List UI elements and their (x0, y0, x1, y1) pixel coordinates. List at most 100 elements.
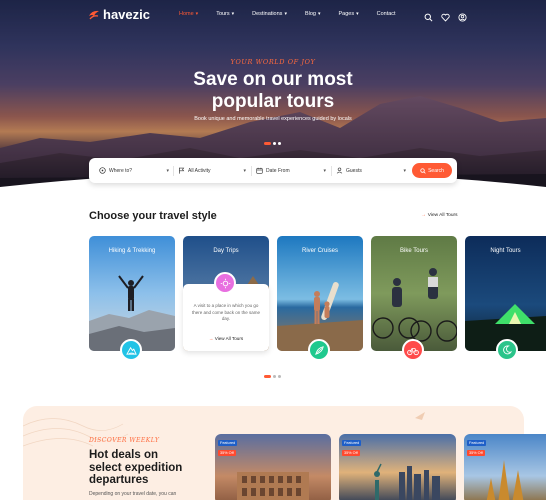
hero-subtitle: YOUR WORLD OF JOY (230, 58, 316, 66)
card-hover-panel: A visit to a place in which you go there… (183, 284, 269, 351)
chevron-down-icon: ▾ (323, 168, 326, 174)
bike-icon (402, 339, 424, 361)
menu-label: Contact (376, 11, 396, 17)
search-button[interactable]: Search (412, 163, 452, 178)
featured-badge: Featured (218, 440, 238, 446)
chevron-down-icon: ▾ (243, 168, 246, 174)
user-icon[interactable] (458, 9, 467, 22)
menu-label: Destinations (252, 11, 283, 17)
deals-title-line: departures (89, 474, 149, 486)
carousel-dot-active[interactable] (264, 375, 271, 378)
tour-search-bar: Where to? ▾ All Activity ▾ Date From ▾ G… (89, 158, 457, 183)
guests-label: Guests (346, 167, 362, 174)
brand-name: havezic (103, 7, 150, 22)
where-field[interactable]: Where to? ▾ (99, 158, 169, 183)
date-field[interactable]: Date From ▾ (256, 158, 326, 183)
view-all-tours-link[interactable]: → View All Tours (421, 213, 457, 218)
discount-badge: 35% Off (467, 450, 485, 456)
chevron-down-icon: ▾ (356, 11, 359, 17)
menu-item-contact[interactable]: Contact (377, 11, 396, 17)
menu-label: Tours (216, 11, 230, 17)
guests-icon (336, 167, 343, 174)
card-description: A visit to a place in which you go there… (191, 303, 261, 321)
brand-logo[interactable]: havezic (88, 7, 150, 22)
travel-style-card-river-cruises[interactable]: River Cruises (277, 236, 363, 351)
card-title: Night Tours (490, 248, 521, 254)
sun-icon (214, 272, 236, 294)
menu-item-destinations[interactable]: Destinations ▾ (252, 11, 287, 17)
arrow-right-icon: → (421, 213, 426, 218)
search-button-label: Search (428, 167, 444, 174)
chevron-down-icon: ▾ (317, 11, 321, 17)
activity-field[interactable]: All Activity ▾ (178, 158, 246, 183)
deal-card[interactable]: Featured 35% Off (464, 434, 546, 500)
hero-description: Book unique and memorable travel experie… (194, 116, 352, 122)
menu-item-home[interactable]: Home ▾ (179, 11, 198, 17)
field-divider (251, 166, 252, 176)
menu-item-pages[interactable]: Pages ▾ (338, 11, 358, 17)
section-title: Choose your travel style (89, 210, 217, 222)
chevron-down-icon: ▾ (231, 11, 235, 17)
chevron-down-icon: ▾ (166, 168, 169, 174)
menu-label: Blog (304, 11, 316, 17)
featured-badge: Featured (342, 440, 362, 446)
flag-icon (178, 167, 185, 174)
card-link-label: View All Tours (214, 336, 244, 341)
card-title: Day Trips (213, 248, 239, 254)
card-title: Hiking & Trekking (108, 248, 156, 254)
deals-title: Hot deals on select expedition departure… (89, 449, 182, 487)
header-actions (424, 9, 467, 22)
featured-badge: Featured (467, 440, 487, 446)
slider-dot[interactable] (273, 142, 276, 145)
carousel-dots (264, 375, 281, 378)
deals-title-line: Hot deals on (89, 449, 159, 461)
travel-style-card-bike-tours[interactable]: Bike Tours (371, 236, 457, 351)
menu-label: Pages (338, 11, 355, 17)
discount-badge: 35% Off (342, 450, 360, 456)
deals-description: Depending on your travel date, you can (89, 491, 177, 497)
carousel-dot[interactable] (278, 375, 281, 378)
logo-mark-icon (88, 9, 100, 21)
hero-title-line: popular tours (211, 91, 335, 112)
arrow-right-icon: → (208, 336, 214, 341)
hero-slider-dots (264, 142, 281, 145)
field-divider (173, 166, 174, 176)
location-icon (99, 167, 106, 174)
hero-title-line: Save on our most (193, 69, 353, 90)
travel-style-card-night-tours[interactable]: Night Tours (465, 236, 546, 351)
top-navigation: havezic Home ▾ Tours ▾ Destinations ▾ Blog ▾… (0, 6, 546, 24)
travel-style-card-hiking[interactable]: Hiking & Trekking (89, 236, 175, 351)
card-title: River Cruises (301, 248, 338, 254)
chevron-down-icon: ▾ (284, 11, 287, 17)
deal-card[interactable]: Featured 35% Off (215, 434, 331, 500)
discount-badge: 35% Off (218, 450, 236, 456)
where-label: Where to? (109, 167, 133, 174)
card-title: Bike Tours (400, 248, 428, 254)
guests-field[interactable]: Guests ▾ (336, 158, 406, 183)
hiking-icon (120, 339, 142, 361)
calendar-icon (256, 167, 263, 174)
hero-title: Save on our most popular tours (0, 69, 546, 113)
surf-icon (308, 339, 330, 361)
main-menu: Home ▾ Tours ▾ Destinations ▾ Blog ▾ Pages ▾ … (179, 11, 414, 17)
carousel-dot[interactable] (273, 375, 276, 378)
menu-item-tours[interactable]: Tours ▾ (216, 11, 234, 17)
view-all-label: View All Tours (427, 213, 458, 218)
chevron-down-icon: ▾ (403, 168, 406, 174)
field-divider (331, 166, 332, 176)
deals-subtitle: DISCOVER WEEKLY (89, 437, 160, 444)
menu-item-blog[interactable]: Blog ▾ (305, 11, 321, 17)
slider-dot[interactable] (278, 142, 281, 145)
activity-label: All Activity (188, 167, 211, 174)
card-view-all-link[interactable]: → View All Tours (183, 336, 269, 341)
chevron-down-icon: ▾ (195, 11, 199, 17)
menu-label: Home (179, 11, 194, 17)
heart-icon[interactable] (441, 9, 450, 22)
moon-icon (496, 339, 518, 361)
search-icon[interactable] (424, 9, 433, 22)
deals-title-line: select expedition (89, 461, 183, 474)
deal-card[interactable]: Featured 35% Off (339, 434, 456, 500)
slider-dot-active[interactable] (264, 142, 271, 145)
date-label: Date From (266, 167, 290, 174)
search-icon (420, 167, 426, 174)
